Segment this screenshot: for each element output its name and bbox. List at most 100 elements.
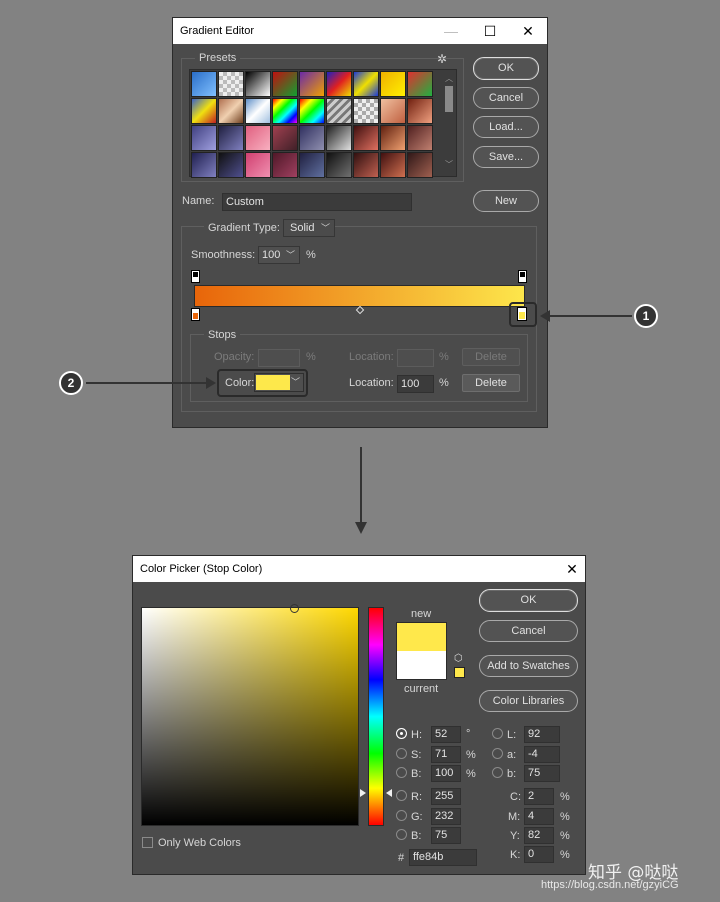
blue-radio[interactable]	[396, 829, 407, 840]
b-input[interactable]: 100	[431, 765, 461, 782]
preset-swatch[interactable]	[380, 125, 406, 151]
maximize-icon[interactable]: ☐	[475, 21, 505, 41]
preset-swatch[interactable]	[407, 98, 433, 124]
gradient-bar[interactable]	[194, 285, 525, 307]
preset-swatch[interactable]	[353, 71, 379, 97]
k-input[interactable]: 0	[524, 846, 554, 863]
hue-slider[interactable]	[368, 607, 384, 826]
preset-swatch[interactable]	[380, 71, 406, 97]
preset-swatch[interactable]	[299, 98, 325, 124]
saturation-brightness-field[interactable]	[141, 604, 359, 826]
add-to-swatches-button[interactable]: Add to Swatches	[479, 655, 578, 677]
preset-swatch[interactable]	[191, 71, 217, 97]
preset-swatch[interactable]	[299, 71, 325, 97]
new-button[interactable]: New	[473, 190, 539, 212]
save-button[interactable]: Save...	[473, 146, 539, 168]
preset-swatch[interactable]	[191, 152, 217, 178]
current-color-preview[interactable]	[396, 651, 447, 680]
s-input[interactable]: 71	[431, 746, 461, 763]
preset-swatch[interactable]	[245, 125, 271, 151]
ok-button[interactable]: OK	[479, 589, 578, 612]
close-icon[interactable]: ✕	[557, 559, 587, 579]
opacity-location-input	[397, 349, 434, 367]
watermark-url: https://blog.csdn.net/gzyiCG	[541, 879, 679, 891]
preset-swatch[interactable]	[245, 71, 271, 97]
cancel-button[interactable]: Cancel	[473, 87, 539, 109]
color-stop-left[interactable]	[191, 308, 200, 321]
presets-scrollbar[interactable]: ︿ ﹀	[443, 73, 455, 171]
preset-swatch[interactable]	[326, 152, 352, 178]
l-input[interactable]: 92	[524, 726, 560, 743]
h-radio[interactable]	[396, 728, 407, 739]
preset-swatch[interactable]	[218, 71, 244, 97]
opacity-stop-right[interactable]	[518, 270, 527, 283]
a-radio[interactable]	[492, 748, 503, 759]
color-delete-button[interactable]: Delete	[462, 374, 520, 392]
color-stop-right[interactable]	[517, 307, 527, 321]
b-label: B:	[411, 768, 422, 780]
gear-icon[interactable]: ✲	[437, 52, 447, 66]
name-input[interactable]: Custom	[222, 193, 412, 211]
cancel-button[interactable]: Cancel	[479, 620, 578, 642]
color-libraries-button[interactable]: Color Libraries	[479, 690, 578, 712]
smoothness-select[interactable]: 100 ﹀	[258, 246, 300, 264]
preset-swatch[interactable]	[407, 152, 433, 178]
cube-icon[interactable]: ⬡	[454, 654, 464, 664]
hue-slider-left-handle[interactable]	[360, 789, 366, 797]
r-radio[interactable]	[396, 790, 407, 801]
gamut-swatch[interactable]	[454, 667, 465, 678]
scroll-thumb[interactable]	[445, 86, 453, 112]
load-button[interactable]: Load...	[473, 116, 539, 138]
blue-input[interactable]: 75	[431, 827, 461, 844]
preset-swatch[interactable]	[326, 98, 352, 124]
ok-button[interactable]: OK	[473, 57, 539, 80]
preset-swatch[interactable]	[272, 98, 298, 124]
preset-swatch[interactable]	[218, 125, 244, 151]
only-web-colors-checkbox[interactable]	[142, 837, 153, 848]
gradient-type-label: Gradient Type:	[204, 222, 284, 234]
preset-swatch[interactable]	[353, 152, 379, 178]
preset-swatch[interactable]	[353, 98, 379, 124]
preset-swatch[interactable]	[326, 71, 352, 97]
m-input[interactable]: 4	[524, 808, 554, 825]
preset-swatch[interactable]	[191, 98, 217, 124]
lab-b-radio[interactable]	[492, 767, 503, 778]
s-radio[interactable]	[396, 748, 407, 759]
a-input[interactable]: -4	[524, 746, 560, 763]
preset-swatch[interactable]	[407, 71, 433, 97]
preset-swatch[interactable]	[245, 98, 271, 124]
preset-swatch[interactable]	[407, 125, 433, 151]
hue-slider-right-handle[interactable]	[386, 789, 392, 797]
preset-swatch[interactable]	[299, 152, 325, 178]
close-icon[interactable]: ✕	[513, 21, 543, 41]
preset-swatch[interactable]	[272, 152, 298, 178]
g-input[interactable]: 232	[431, 808, 461, 825]
preset-swatch[interactable]	[218, 152, 244, 178]
preset-swatch[interactable]	[191, 125, 217, 151]
scroll-up-icon[interactable]: ︿	[445, 73, 453, 84]
preset-swatch[interactable]	[353, 125, 379, 151]
color-select[interactable]: ﹀	[254, 373, 304, 392]
g-radio[interactable]	[396, 810, 407, 821]
hex-input[interactable]: ffe84b	[409, 849, 477, 866]
y-input[interactable]: 82	[524, 827, 554, 844]
lab-b-input[interactable]: 75	[524, 765, 560, 782]
preset-swatch[interactable]	[380, 152, 406, 178]
scroll-down-icon[interactable]: ﹀	[445, 159, 453, 170]
preset-swatch[interactable]	[218, 98, 244, 124]
preset-swatch[interactable]	[272, 71, 298, 97]
h-input[interactable]: 52	[431, 726, 461, 743]
color-location-input[interactable]: 100	[397, 375, 434, 393]
opacity-stop-left[interactable]	[191, 270, 200, 283]
preset-swatch[interactable]	[299, 125, 325, 151]
preset-swatch[interactable]	[272, 125, 298, 151]
c-input[interactable]: 2	[524, 788, 554, 805]
preset-swatch[interactable]	[245, 152, 271, 178]
gradient-type-select[interactable]: Solid ﹀	[283, 219, 335, 237]
preset-swatch[interactable]	[326, 125, 352, 151]
l-radio[interactable]	[492, 728, 503, 739]
r-input[interactable]: 255	[431, 788, 461, 805]
minimize-icon[interactable]: —	[436, 21, 466, 41]
b-radio[interactable]	[396, 767, 407, 778]
preset-swatch[interactable]	[380, 98, 406, 124]
